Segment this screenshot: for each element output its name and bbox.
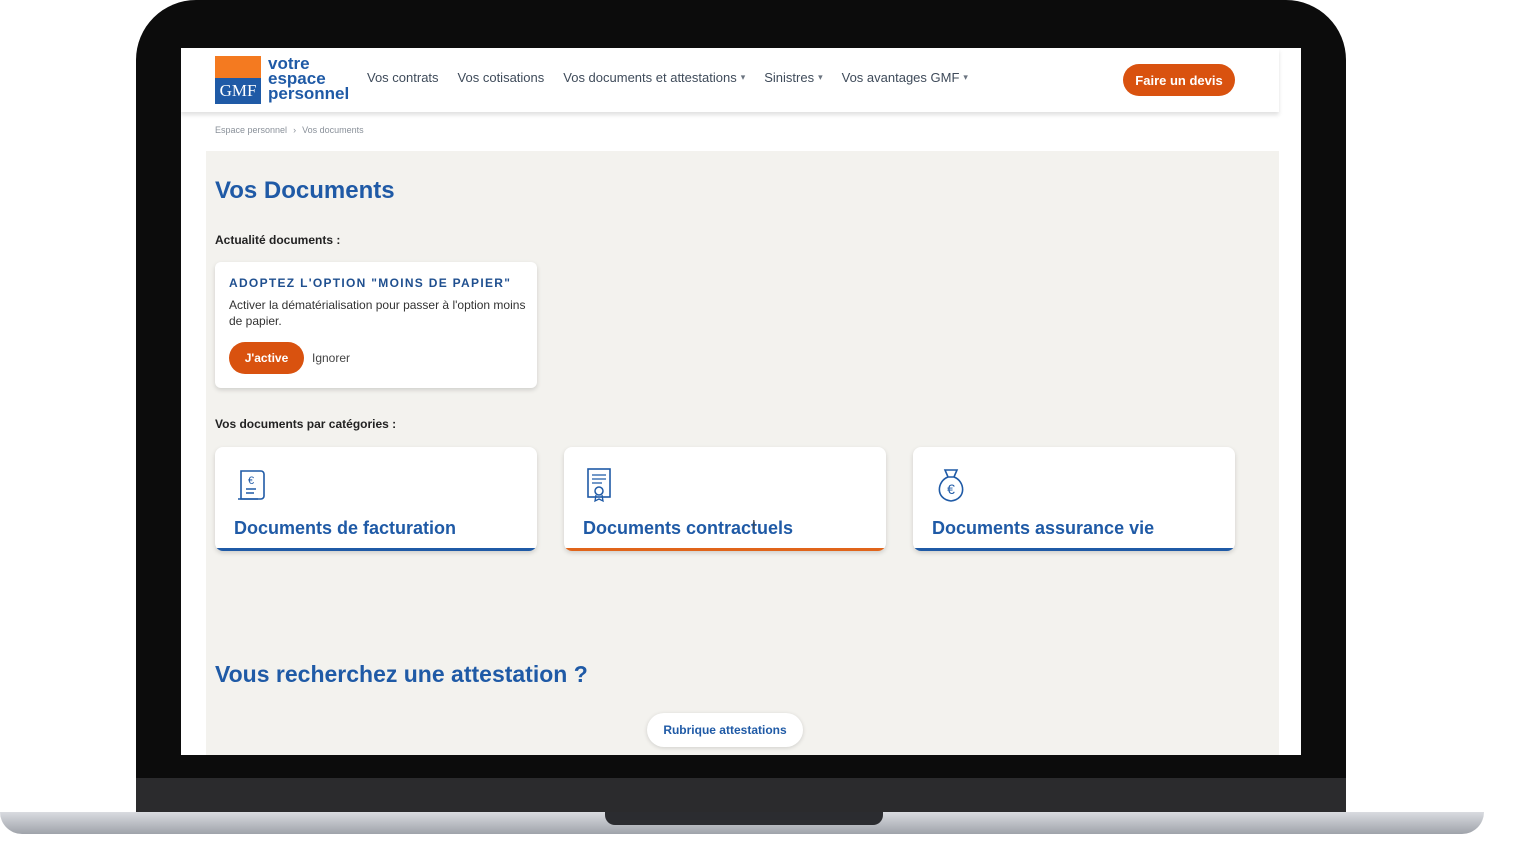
news-section-label: Actualité documents : — [215, 233, 341, 247]
main-nav: Vos contrats Vos cotisations Vos documen… — [367, 70, 987, 85]
breadcrumb-item-current: Vos documents — [302, 125, 364, 135]
laptop-chin — [136, 778, 1346, 814]
category-card-facturation[interactable]: € Documents de facturation — [215, 447, 537, 551]
nav-vos-documents[interactable]: Vos documents et attestations ▾ — [563, 70, 745, 85]
logo-line-3: personnel — [268, 84, 350, 103]
attestation-title: Vous recherchez une attestation ? — [215, 661, 588, 687]
ignore-link[interactable]: Ignorer — [312, 351, 350, 365]
svg-text:€: € — [947, 481, 955, 497]
news-card-title: ADOPTEZ L'OPTION "MOINS DE PAPIER" — [229, 276, 512, 290]
money-bag-euro-icon: € — [938, 469, 964, 502]
category-label: Documents de facturation — [234, 518, 457, 538]
category-label: Documents contractuels — [583, 518, 794, 538]
logo-text: votre espace personnel — [268, 55, 350, 103]
nav-vos-avantages[interactable]: Vos avantages GMF ▾ — [842, 70, 968, 85]
rubrique-attestations-button[interactable]: Rubrique attestations — [647, 713, 803, 747]
chevron-down-icon: ▾ — [818, 72, 823, 82]
category-card-underline — [215, 548, 537, 551]
nav-sinistres[interactable]: Sinistres ▾ — [764, 70, 822, 85]
nav-vos-contrats[interactable]: Vos contrats — [367, 70, 439, 85]
nav-label: Vos documents et attestations — [563, 70, 737, 85]
contract-certificate-icon — [587, 468, 611, 503]
category-card-contractuels[interactable]: Documents contractuels — [564, 447, 886, 551]
laptop-notch — [605, 812, 883, 825]
chevron-down-icon: ▾ — [963, 72, 968, 82]
nav-label: Vos contrats — [367, 70, 439, 85]
gmf-logo[interactable]: GMF votre espace personnel — [215, 55, 355, 104]
main-content: Vos Documents Actualité documents : ADOP… — [206, 151, 1279, 755]
news-card: ADOPTEZ L'OPTION "MOINS DE PAPIER" Activ… — [215, 262, 537, 388]
breadcrumb-separator-icon: › — [293, 125, 297, 135]
nav-vos-cotisations[interactable]: Vos cotisations — [458, 70, 545, 85]
site-header: GMF votre espace personnel Vos contrats … — [181, 48, 1279, 112]
breadcrumb-item-home[interactable]: Espace personnel — [215, 125, 287, 135]
chevron-down-icon: ▾ — [740, 72, 746, 82]
category-card-underline — [913, 548, 1235, 551]
svg-text:€: € — [248, 475, 254, 487]
nav-label: Sinistres — [764, 70, 815, 85]
invoice-euro-icon: € — [238, 470, 265, 500]
logo-brand: GMF — [215, 78, 261, 104]
category-label: Documents assurance vie — [932, 518, 1155, 538]
categories-section-label: Vos documents par catégories : — [215, 417, 397, 431]
nav-label: Vos avantages GMF — [841, 70, 960, 85]
category-card-underline — [564, 548, 886, 551]
browser-screen: GMF votre espace personnel Vos contrats … — [181, 48, 1301, 755]
news-card-text: Activer la dématérialisation pour passer… — [229, 298, 526, 328]
nav-label: Vos cotisations — [457, 70, 545, 85]
activate-button[interactable]: J'active — [229, 342, 304, 374]
faire-un-devis-button[interactable]: Faire un devis — [1123, 64, 1235, 96]
breadcrumb: Espace personnel › Vos documents — [215, 125, 364, 135]
page-title: Vos Documents — [215, 177, 395, 204]
text-cursor-icon: I — [752, 517, 756, 532]
category-card-assurance-vie[interactable]: € Documents assurance vie — [913, 447, 1235, 551]
